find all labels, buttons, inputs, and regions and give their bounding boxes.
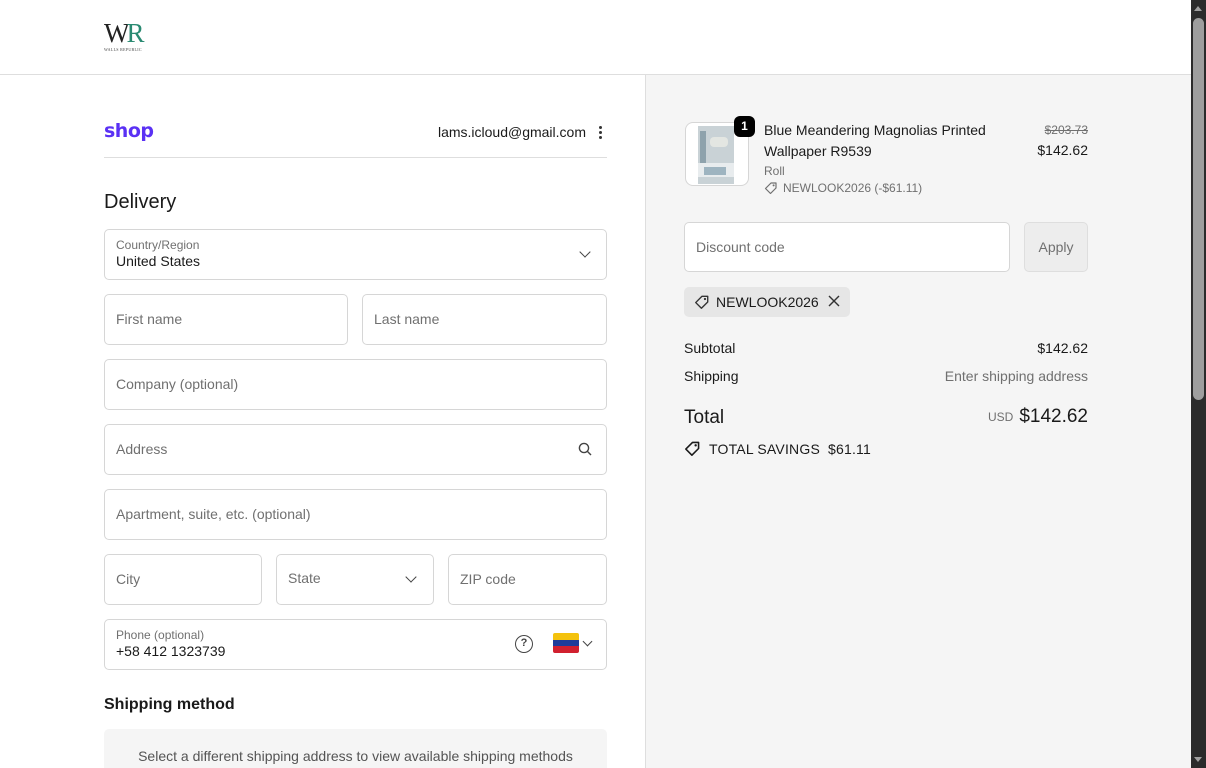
product-discount-text: NEWLOOK2026 (-$61.11)	[783, 181, 923, 195]
discount-code-placeholder: Discount code	[696, 239, 785, 255]
flag-stripe-blue	[553, 639, 579, 647]
total-savings: TOTAL SAVINGS $61.11	[684, 440, 871, 457]
state-select[interactable]: State	[276, 554, 434, 605]
quantity-badge: 1	[734, 116, 755, 137]
state-placeholder: State	[288, 570, 321, 586]
product-discount: NEWLOOK2026 (-$61.11)	[764, 181, 922, 195]
account-email: lams.icloud@gmail.com	[437, 124, 586, 140]
country-value: United States	[116, 253, 201, 269]
zip-field[interactable]: ZIP code	[448, 554, 607, 605]
company-placeholder: Company (optional)	[116, 376, 239, 392]
help-icon[interactable]: ?	[515, 635, 533, 653]
apply-button[interactable]: Apply	[1024, 222, 1088, 272]
checkout-page: WR WALLS REPUBLIC shop lams.icloud@gmail…	[0, 0, 1206, 768]
country-label: Country/Region	[116, 238, 200, 252]
shipping-row: Shipping Enter shipping address	[684, 368, 1088, 384]
tag-icon	[695, 295, 709, 309]
search-icon	[578, 442, 592, 456]
shipping-method-heading: Shipping method	[104, 696, 235, 713]
flag-stripe-red	[553, 646, 579, 653]
subtotal-row: Subtotal $142.62	[684, 340, 1088, 356]
savings-value: $61.11	[828, 440, 871, 457]
company-field[interactable]: Company (optional)	[104, 359, 607, 410]
chevron-down-icon	[579, 246, 591, 258]
last-name-placeholder: Last name	[374, 311, 440, 327]
more-options-icon[interactable]	[593, 122, 607, 142]
shipping-method-notice: Select a different shipping address to v…	[104, 729, 607, 768]
address-field[interactable]: Address	[104, 424, 607, 475]
item-price: $142.62	[1037, 142, 1088, 158]
shipping-method-message: Select a different shipping address to v…	[138, 748, 573, 764]
shipping-value: Enter shipping address	[944, 368, 1088, 384]
total-label: Total	[684, 407, 725, 428]
phone-label: Phone (optional)	[116, 628, 205, 642]
tag-icon	[764, 182, 777, 195]
apartment-field[interactable]: Apartment, suite, etc. (optional)	[104, 489, 607, 540]
remove-discount-close-icon[interactable]	[826, 293, 842, 309]
subtotal-label: Subtotal	[684, 340, 736, 356]
phone-field[interactable]: Phone (optional) +58 412 1323739 ?	[104, 619, 607, 670]
site-header: WR WALLS REPUBLIC	[0, 0, 1191, 75]
order-summary: 1 Blue Meandering Magnolias Printed Wall…	[645, 75, 1191, 768]
logo-subtitle: WALLS REPUBLIC	[104, 47, 142, 52]
scrollbar-thumb[interactable]	[1193, 18, 1204, 400]
total-currency: USD	[987, 410, 1014, 424]
subtotal-value: $142.62	[1037, 340, 1088, 356]
delivery-heading: Delivery	[104, 191, 177, 213]
phone-value: +58 412 1323739	[116, 643, 226, 659]
applied-discount-code: NEWLOOK2026	[716, 294, 819, 310]
apartment-placeholder: Apartment, suite, etc. (optional)	[116, 506, 311, 522]
chevron-down-icon[interactable]	[582, 636, 593, 647]
savings-tag-icon	[685, 441, 700, 456]
city-placeholder: City	[116, 571, 141, 587]
last-name-field[interactable]: Last name	[362, 294, 607, 345]
scroll-down-arrow-icon[interactable]	[1194, 757, 1202, 762]
applied-discount-chip: NEWLOOK2026	[684, 287, 850, 317]
original-price: $203.73	[1044, 123, 1088, 137]
savings-label: TOTAL SAVINGS	[709, 440, 820, 457]
product-name: Blue Meandering Magnolias Printed Wallpa…	[764, 122, 986, 159]
product-variant: Roll	[764, 164, 785, 178]
address-placeholder: Address	[116, 441, 168, 457]
logo-mark: WR	[104, 18, 145, 48]
scroll-up-arrow-icon[interactable]	[1194, 6, 1202, 11]
city-field[interactable]: City	[104, 554, 262, 605]
total-amount: USD $142.62	[988, 406, 1088, 428]
first-name-placeholder: First name	[116, 311, 183, 327]
chevron-down-icon	[405, 571, 417, 583]
vertical-scrollbar[interactable]	[1191, 0, 1206, 768]
total-value: $142.62	[1019, 406, 1088, 427]
flag-stripe-yellow	[553, 633, 579, 640]
shop-pay-logo: shop	[104, 120, 154, 142]
first-name-field[interactable]: First name	[104, 294, 348, 345]
venezuela-flag-icon[interactable]	[553, 633, 579, 653]
delivery-column: shop lams.icloud@gmail.com Delivery Coun…	[0, 75, 645, 768]
shop-account-row: shop lams.icloud@gmail.com	[104, 118, 607, 158]
country-select[interactable]: Country/Region United States	[104, 229, 607, 280]
store-logo[interactable]: WR WALLS REPUBLIC	[104, 20, 154, 54]
zip-placeholder: ZIP code	[460, 571, 516, 587]
shipping-label: Shipping	[684, 368, 739, 384]
discount-code-input[interactable]: Discount code	[684, 222, 1010, 272]
